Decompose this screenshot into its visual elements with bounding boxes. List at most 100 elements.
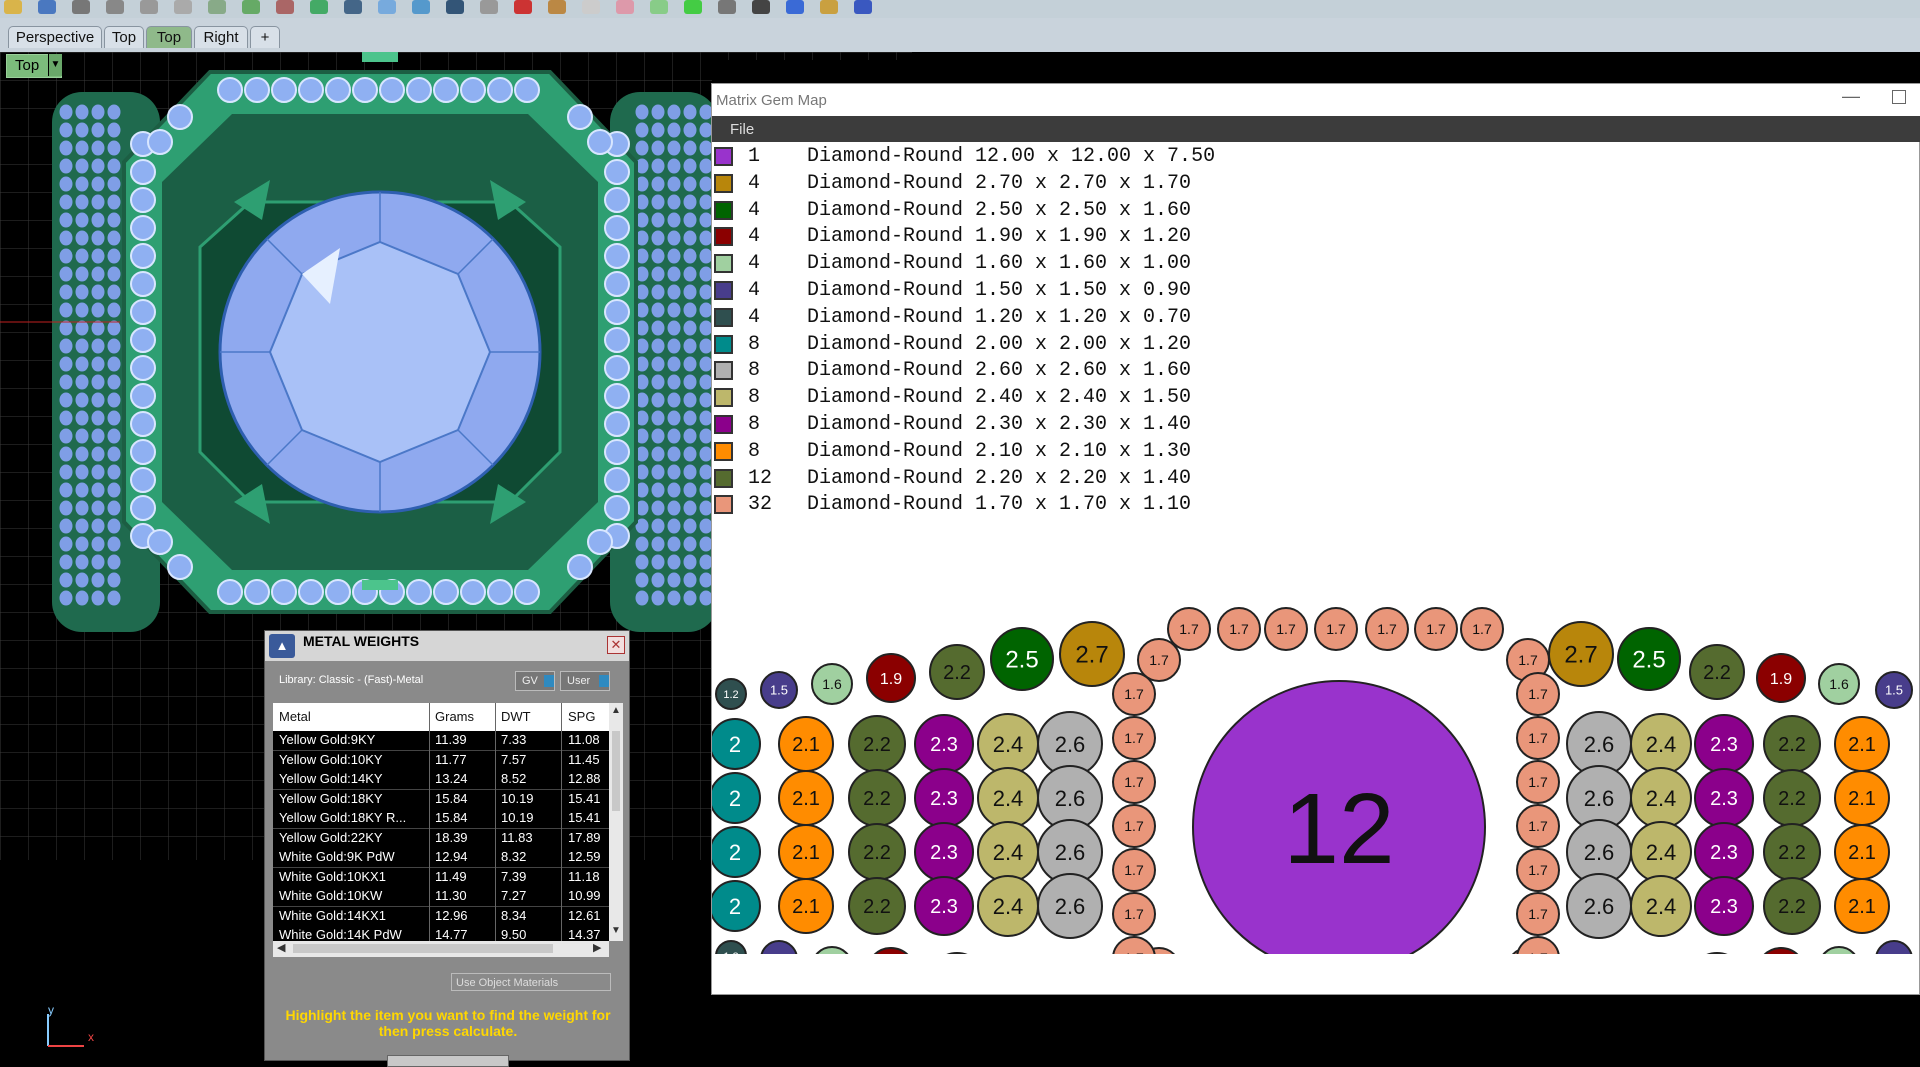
table-row[interactable]: Yellow Gold:14KY 13.24 8.52 12.88 <box>273 770 609 790</box>
table-row[interactable]: Yellow Gold:18KY R... 15.84 10.19 15.41 <box>273 809 609 829</box>
legend-count: 4 <box>748 198 761 222</box>
table-row[interactable]: Yellow Gold:9KY 11.39 7.33 11.08 <box>273 731 609 751</box>
add-tab-button[interactable]: + <box>250 26 280 48</box>
column-header-grams[interactable]: Grams <box>435 709 474 724</box>
paste-icon[interactable] <box>208 0 226 14</box>
legend-count: 4 <box>748 252 761 276</box>
column-header-dwt[interactable]: DWT <box>501 709 531 724</box>
light-icon[interactable] <box>616 0 634 14</box>
new-icon[interactable] <box>106 0 124 14</box>
scroll-up-icon[interactable]: ▲ <box>611 705 621 716</box>
calculate-button[interactable] <box>387 1055 509 1067</box>
gem-size-label: 2.1 <box>1848 788 1876 810</box>
rotate-icon[interactable] <box>344 0 362 14</box>
copy-icon[interactable] <box>174 0 192 14</box>
gem-stone-s21: 2.1 <box>1834 824 1890 880</box>
help-icon[interactable] <box>854 0 872 14</box>
dwt-cell: 7.33 <box>501 732 527 747</box>
column-header-spg[interactable]: SPG <box>568 709 595 724</box>
legend-count: 4 <box>748 225 761 249</box>
legend-description: Diamond-Round 2.70 x 2.70 x 1.70 <box>807 171 1192 195</box>
scroll-thumb[interactable] <box>612 731 620 811</box>
table-row[interactable]: White Gold:10KW 11.30 7.27 10.99 <box>273 887 609 907</box>
close-button[interactable]: ✕ <box>607 636 625 654</box>
layer-icon[interactable] <box>650 0 668 14</box>
dwt-cell: 9.50 <box>501 927 527 941</box>
table-row[interactable]: Yellow Gold:18KY 15.84 10.19 15.41 <box>273 789 609 810</box>
tab-right[interactable]: Right <box>194 26 248 48</box>
gem-size-label: 2.1 <box>1848 896 1876 918</box>
tab-top[interactable]: Top <box>104 26 144 48</box>
shaded-icon[interactable] <box>752 0 770 14</box>
redo-icon[interactable] <box>276 0 294 14</box>
gem-stone-s22: 2.2 <box>1763 877 1821 935</box>
point-icon[interactable] <box>582 0 600 14</box>
grid-icon[interactable] <box>480 0 498 14</box>
render-icon[interactable] <box>514 0 532 14</box>
zoom-extents-icon[interactable] <box>446 0 464 14</box>
gem-size-label: 2.2 <box>1703 662 1731 684</box>
table-row[interactable]: Yellow Gold:22KY 18.39 11.83 17.89 <box>273 828 609 849</box>
object-icon[interactable] <box>548 0 566 14</box>
material-icon[interactable] <box>684 0 702 14</box>
gv-toggle[interactable]: GV <box>515 671 555 691</box>
settings-icon[interactable] <box>786 0 804 14</box>
table-row[interactable]: White Gold:14KX1 12.96 8.34 12.61 <box>273 906 609 927</box>
gem-size-label: 1.5 <box>770 952 788 954</box>
table-row[interactable]: White Gold:9K PdW 12.94 8.32 12.59 <box>273 848 609 868</box>
scroll-left-icon[interactable]: ◀ <box>277 941 285 954</box>
metal-weights-header[interactable]: ▲ METAL WEIGHTS ✕ <box>265 631 629 661</box>
pan-icon[interactable] <box>310 0 328 14</box>
scroll-thumb-h[interactable] <box>293 944 553 953</box>
gem-size-label: 1.7 <box>1326 621 1346 637</box>
tab-top[interactable]: Top <box>146 26 192 48</box>
table-row[interactable]: Yellow Gold:10KY 11.77 7.57 11.45 <box>273 750 609 771</box>
tab-perspective[interactable]: Perspective <box>8 26 102 48</box>
scroll-right-icon[interactable]: ▶ <box>593 941 601 954</box>
menu-file[interactable]: File <box>730 121 754 138</box>
zoom-window-icon[interactable] <box>412 0 430 14</box>
use-object-materials-toggle[interactable]: Use Object Materials <box>451 973 611 991</box>
tools-icon[interactable] <box>820 0 838 14</box>
instruction-text: Highlight the item you want to find the … <box>285 1007 611 1039</box>
gem-map-window[interactable]: Matrix Gem Map — File 1 Diamond-Round 12.… <box>711 83 1920 995</box>
minimize-button[interactable]: — <box>1842 86 1860 107</box>
gem-size-label: 1.7 <box>1472 621 1492 637</box>
save-icon[interactable] <box>38 0 56 14</box>
zoom-icon[interactable] <box>378 0 396 14</box>
gem-stone-s17: 1.7 <box>1365 607 1409 651</box>
spg-cell: 11.45 <box>568 751 600 767</box>
print-icon[interactable] <box>72 0 90 14</box>
legend-row: 8 Diamond-Round 2.00 x 2.00 x 1.20 <box>712 332 1412 359</box>
folder-icon[interactable] <box>4 0 22 14</box>
metal-weights-table[interactable]: Metal Grams DWT SPG Yellow Gold:9KY 11.39… <box>273 703 609 941</box>
viewport-menu-arrow-icon[interactable]: ▼ <box>48 54 62 76</box>
table-row[interactable]: White Gold:10KX1 11.49 7.39 11.18 <box>273 867 609 888</box>
legend-description: Diamond-Round 1.20 x 1.20 x 0.70 <box>807 305 1192 329</box>
table-row[interactable]: White Gold:14K PdW 14.77 9.50 14.37 <box>273 926 609 941</box>
spg-cell: 17.89 <box>568 829 601 845</box>
scroll-down-icon[interactable]: ▼ <box>611 925 621 936</box>
gem-size-label: 1.5 <box>1885 683 1903 698</box>
gem-stone-s15: 1.5 <box>1875 671 1913 709</box>
column-header-metal[interactable]: Metal <box>279 709 311 724</box>
cut-icon[interactable] <box>140 0 158 14</box>
gem-size-label: 2.4 <box>1646 786 1677 811</box>
gem-size-label: 1.5 <box>770 683 788 698</box>
gem-stone-s23: 2.3 <box>1694 714 1754 774</box>
gem-size-label: 2.6 <box>1584 786 1615 811</box>
gem-map-titlebar[interactable]: Matrix Gem Map — <box>712 84 1920 116</box>
gem-size-label: 1.7 <box>1124 818 1144 834</box>
undo-icon[interactable] <box>242 0 260 14</box>
maximize-button[interactable] <box>1892 90 1906 104</box>
gem-stone-s23: 2.3 <box>914 876 974 936</box>
metal-weights-dialog[interactable]: ▲ METAL WEIGHTS ✕ Library: Classic - (Fa… <box>264 630 630 1067</box>
vertical-scrollbar[interactable]: ▲ ▼ <box>609 703 623 941</box>
sphere-icon[interactable] <box>718 0 736 14</box>
gem-stone-s21: 2.1 <box>778 824 834 880</box>
gem-stone-s22: 2.2 <box>848 877 906 935</box>
horizontal-scrollbar[interactable]: ◀ ▶ <box>273 941 609 957</box>
gem-size-label: 2.3 <box>930 896 958 918</box>
gem-stone-s23: 2.3 <box>914 714 974 774</box>
user-toggle[interactable]: User <box>560 671 610 691</box>
